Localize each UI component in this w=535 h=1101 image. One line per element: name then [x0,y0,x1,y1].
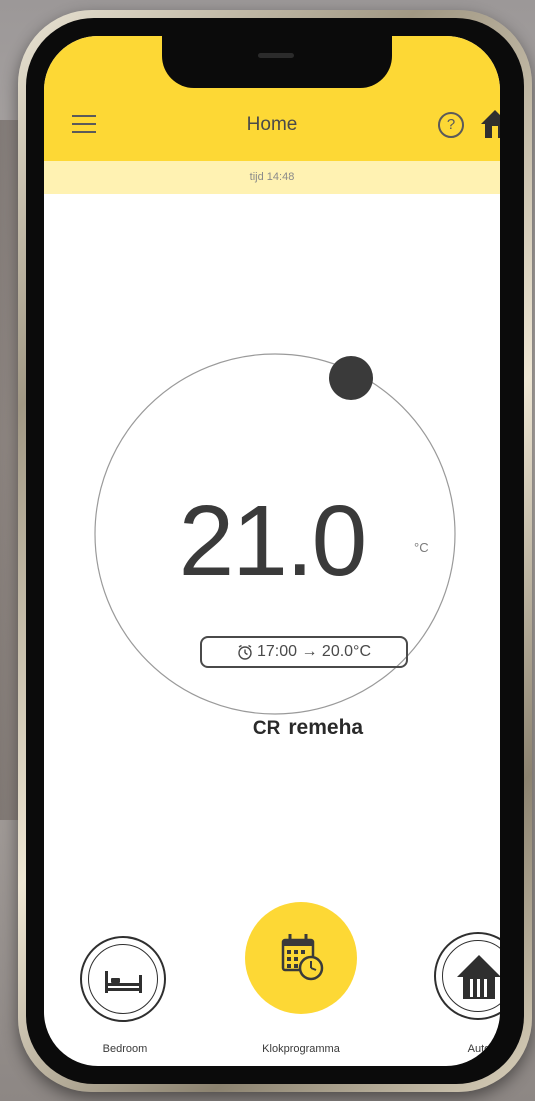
brand-mark: CR [252,718,281,739]
bedroom-label: Bedroom [102,1043,148,1055]
brand-logo: CR remeha [224,716,392,740]
schedule-program-label: Klokprogramma [262,1043,340,1055]
house-icon [457,955,500,999]
speaker-grille [258,53,294,58]
dial-knob[interactable] [329,356,373,400]
bed-icon [105,971,142,993]
status-bar-time: tijd 14:48 [44,161,500,194]
app-screen: Home ? tijd 14:48 21.0 °C 17:00 → 20.0°C… [44,36,500,1066]
auto-label: Auto [467,1043,491,1055]
calendar-clock-icon [281,934,324,981]
help-icon[interactable]: ? [438,112,464,138]
current-temperature: 21.0 [178,485,368,597]
schedule-text: 17:00 → 20.0°C [256,643,372,660]
brand-name: remeha [288,716,364,739]
temperature-unit: °C [414,540,429,555]
auto-mode-button[interactable] [434,932,500,1020]
phone-frame: Home ? tijd 14:48 21.0 °C 17:00 → 20.0°C… [18,10,532,1092]
page-title: Home [246,114,298,135]
alarm-clock-icon [238,644,252,660]
bedroom-button[interactable] [80,936,166,1022]
home-icon[interactable] [480,108,500,140]
next-schedule-badge[interactable]: 17:00 → 20.0°C [200,636,408,668]
schedule-program-button[interactable] [245,902,357,1014]
phone-notch [162,36,392,88]
